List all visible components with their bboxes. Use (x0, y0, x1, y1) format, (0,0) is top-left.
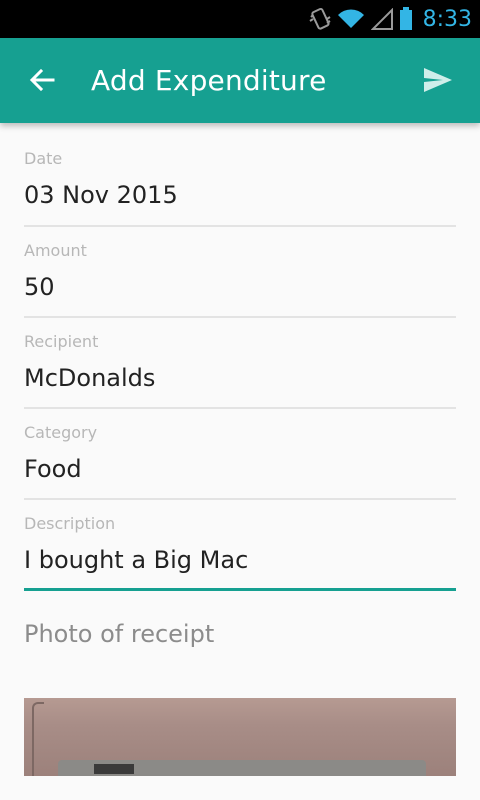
photo-receipt-label: Photo of receipt (24, 620, 215, 648)
arrow-back-icon (29, 68, 55, 96)
send-button[interactable] (416, 60, 460, 104)
status-bar: 8:33 (0, 0, 480, 38)
expenditure-form: Date 03 Nov 2015 Amount 50 Recipient McD… (24, 123, 456, 591)
photo-logo (94, 764, 134, 774)
recipient-field[interactable]: Recipient McDonalds (24, 318, 456, 409)
photo-bezel (32, 702, 44, 776)
receipt-photo[interactable] (24, 698, 456, 776)
category-label: Category (24, 423, 98, 442)
description-field[interactable]: Description I bought a Big Mac (24, 500, 456, 591)
category-value[interactable]: Food (24, 455, 82, 483)
battery-icon (399, 7, 413, 31)
bottom-area (0, 776, 480, 800)
date-label: Date (24, 149, 63, 168)
recipient-value[interactable]: McDonalds (24, 364, 155, 392)
vibrate-icon (309, 7, 331, 31)
wifi-icon (337, 8, 365, 30)
description-label: Description (24, 514, 116, 533)
amount-field[interactable]: Amount 50 (24, 227, 456, 318)
date-value[interactable]: 03 Nov 2015 (24, 181, 178, 209)
description-value[interactable]: I bought a Big Mac (24, 546, 248, 574)
clock: 8:33 (422, 6, 472, 32)
page-title: Add Expenditure (91, 64, 327, 97)
date-field[interactable]: Date 03 Nov 2015 (24, 123, 456, 227)
amount-value[interactable]: 50 (24, 273, 55, 301)
signal-icon (370, 8, 393, 30)
recipient-label: Recipient (24, 332, 99, 351)
amount-label: Amount (24, 241, 87, 260)
send-icon (423, 67, 453, 97)
app-bar: Add Expenditure (0, 38, 480, 123)
category-field[interactable]: Category Food (24, 409, 456, 500)
back-button[interactable] (22, 62, 62, 102)
